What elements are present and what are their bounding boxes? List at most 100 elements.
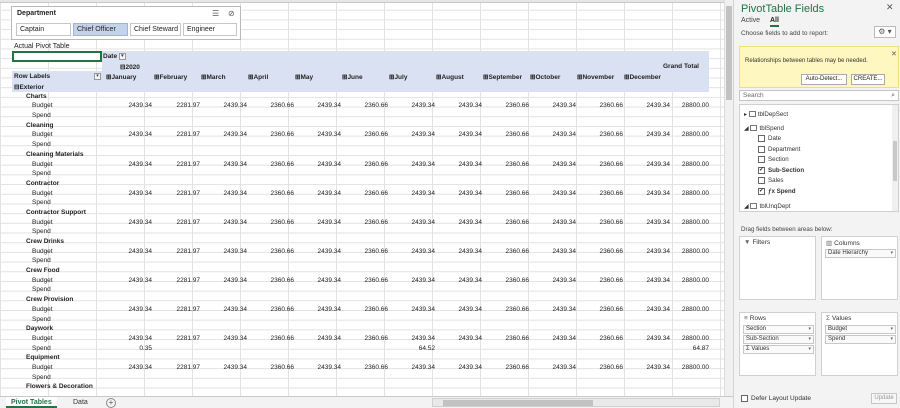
spend-row[interactable]: Spend: [12, 256, 709, 266]
value-cell[interactable]: 2439.34: [199, 306, 248, 313]
value-cell[interactable]: 2439.34: [434, 364, 483, 371]
tab-pivot-tables[interactable]: Pivot Tables: [6, 397, 57, 408]
value-cell[interactable]: 2439.34: [528, 102, 577, 109]
value-cell[interactable]: 2439.34: [528, 248, 577, 255]
value-cell[interactable]: 2439.34: [104, 306, 153, 313]
chevron-down-icon[interactable]: ▾: [808, 346, 811, 353]
budget-row[interactable]: Budget 2439.34 2281.97 2439.34 2360.66 2439.3…: [12, 130, 709, 140]
value-cell[interactable]: 2439.34: [387, 219, 436, 226]
value-cell[interactable]: 2439.34: [528, 190, 577, 197]
auto-detect-button[interactable]: Auto-Detect...: [801, 74, 847, 85]
field-section[interactable]: Section: [758, 156, 789, 163]
row-exterior[interactable]: ⊟Exterior: [12, 82, 709, 92]
notice-close-icon[interactable]: ✕: [891, 50, 897, 58]
checkbox[interactable]: [758, 146, 765, 153]
checkbox[interactable]: [741, 395, 748, 402]
value-cell[interactable]: 2439.34: [434, 161, 483, 168]
value-cell[interactable]: 2360.66: [575, 248, 624, 255]
group-row[interactable]: Cleaning: [12, 121, 709, 131]
value-cell[interactable]: 2360.66: [246, 248, 295, 255]
value-cell[interactable]: 2360.66: [575, 219, 624, 226]
column-header-strip[interactable]: [0, 0, 724, 3]
value-cell[interactable]: 28800.00: [661, 161, 709, 168]
value-cell[interactable]: 2439.34: [528, 364, 577, 371]
value-cell[interactable]: 2439.34: [199, 219, 248, 226]
clear-filter-icon[interactable]: ⊘: [228, 9, 235, 18]
month-header-september[interactable]: ⊞September: [483, 73, 522, 81]
checkbox[interactable]: ✓: [758, 167, 765, 174]
columns-chip[interactable]: Date Hierarchy ▾: [825, 249, 896, 258]
value-cell[interactable]: 2439.34: [293, 161, 342, 168]
month-header-april[interactable]: ⊞April: [248, 73, 268, 81]
chevron-down-icon[interactable]: ▾: [890, 336, 893, 343]
value-cell[interactable]: 2439.34: [293, 248, 342, 255]
slicer-item-captain[interactable]: Captain: [16, 23, 71, 36]
group-row[interactable]: Crew Drinks: [12, 237, 709, 247]
add-sheet-icon[interactable]: +: [106, 398, 116, 408]
vertical-scrollbar[interactable]: [724, 0, 733, 396]
values-chip[interactable]: Spend ▾: [825, 335, 896, 344]
value-cell[interactable]: 2360.66: [575, 364, 624, 371]
rows-area[interactable]: ≡ Rows Section ▾ Sub-Section ▾ Σ Values ▾: [739, 312, 816, 376]
value-cell[interactable]: 28800.00: [661, 131, 709, 138]
value-cell[interactable]: 2281.97: [152, 248, 201, 255]
value-cell[interactable]: 2360.66: [246, 335, 295, 342]
field-list-scrollbar[interactable]: [892, 105, 898, 211]
value-cell[interactable]: 2439.34: [199, 364, 248, 371]
field-search-input[interactable]: Search ⌕: [739, 90, 899, 101]
tab-data[interactable]: Data: [68, 397, 93, 408]
spend-row[interactable]: Spend: [12, 111, 709, 121]
value-cell[interactable]: 2281.97: [152, 335, 201, 342]
group-row[interactable]: Contractor: [12, 179, 709, 189]
value-cell[interactable]: 28800.00: [661, 102, 709, 109]
close-icon[interactable]: ✕: [886, 2, 894, 13]
value-cell[interactable]: 2281.97: [152, 306, 201, 313]
date-field-header[interactable]: Date ▾: [103, 53, 126, 60]
value-cell[interactable]: 2439.34: [434, 190, 483, 197]
values-area[interactable]: Σ Values Budget ▾ Spend ▾: [821, 312, 898, 376]
value-cell[interactable]: 2439.34: [104, 131, 153, 138]
tab-active[interactable]: Active: [741, 17, 760, 24]
slicer-item-chief-officer[interactable]: Chief Officer: [73, 23, 128, 36]
update-button[interactable]: Update: [871, 393, 897, 404]
date-filter-dropdown-icon[interactable]: ▾: [118, 53, 126, 60]
value-cell[interactable]: 2439.34: [528, 131, 577, 138]
group-row[interactable]: Daywork: [12, 324, 709, 334]
horizontal-scrollbar[interactable]: [432, 398, 720, 407]
value-cell[interactable]: 2439.34: [104, 364, 153, 371]
value-cell[interactable]: 2360.66: [481, 102, 530, 109]
value-cell[interactable]: 2360.66: [340, 364, 389, 371]
value-cell[interactable]: 2439.34: [293, 190, 342, 197]
value-cell[interactable]: 64.87: [661, 345, 709, 352]
month-header-october[interactable]: ⊞October: [530, 73, 560, 81]
value-cell[interactable]: 2439.34: [528, 161, 577, 168]
value-cell[interactable]: 2439.34: [528, 335, 577, 342]
month-header-june[interactable]: ⊞June: [342, 73, 363, 81]
value-cell[interactable]: 2439.34: [387, 277, 436, 284]
value-cell[interactable]: 2360.66: [481, 131, 530, 138]
value-cell[interactable]: 2439.34: [104, 335, 153, 342]
spend-row[interactable]: Spend: [12, 169, 709, 179]
tab-all[interactable]: All: [770, 17, 779, 27]
value-cell[interactable]: 2360.66: [340, 248, 389, 255]
value-cell[interactable]: 2439.34: [387, 190, 436, 197]
value-cell[interactable]: 2439.34: [293, 102, 342, 109]
value-cell[interactable]: 28800.00: [661, 306, 709, 313]
slicer-item-chief-steward[interactable]: Chief Steward: [130, 23, 181, 36]
field-list-thumb[interactable]: [893, 141, 897, 181]
value-cell[interactable]: 2360.66: [246, 161, 295, 168]
budget-row[interactable]: Budget 2439.34 2281.97 2439.34 2360.66 2439.3…: [12, 189, 709, 199]
value-cell[interactable]: 2439.34: [387, 102, 436, 109]
spend-row[interactable]: Spend: [12, 140, 709, 150]
department-slicer[interactable]: Department ☰ ⊘ Captain Chief Officer Chief…: [11, 6, 241, 40]
value-cell[interactable]: 2439.34: [434, 102, 483, 109]
value-cell[interactable]: 2360.66: [575, 131, 624, 138]
value-cell[interactable]: 2439.34: [434, 248, 483, 255]
spend-row[interactable]: Spend: [12, 227, 709, 237]
value-cell[interactable]: 2360.66: [481, 248, 530, 255]
value-cell[interactable]: 0.35: [104, 345, 152, 352]
budget-row[interactable]: Budget 2439.34 2281.97 2439.34 2360.66 2439.3…: [12, 101, 709, 111]
value-cell[interactable]: 2360.66: [246, 131, 295, 138]
chevron-down-icon[interactable]: ▾: [890, 326, 893, 333]
value-cell[interactable]: 2360.66: [575, 190, 624, 197]
